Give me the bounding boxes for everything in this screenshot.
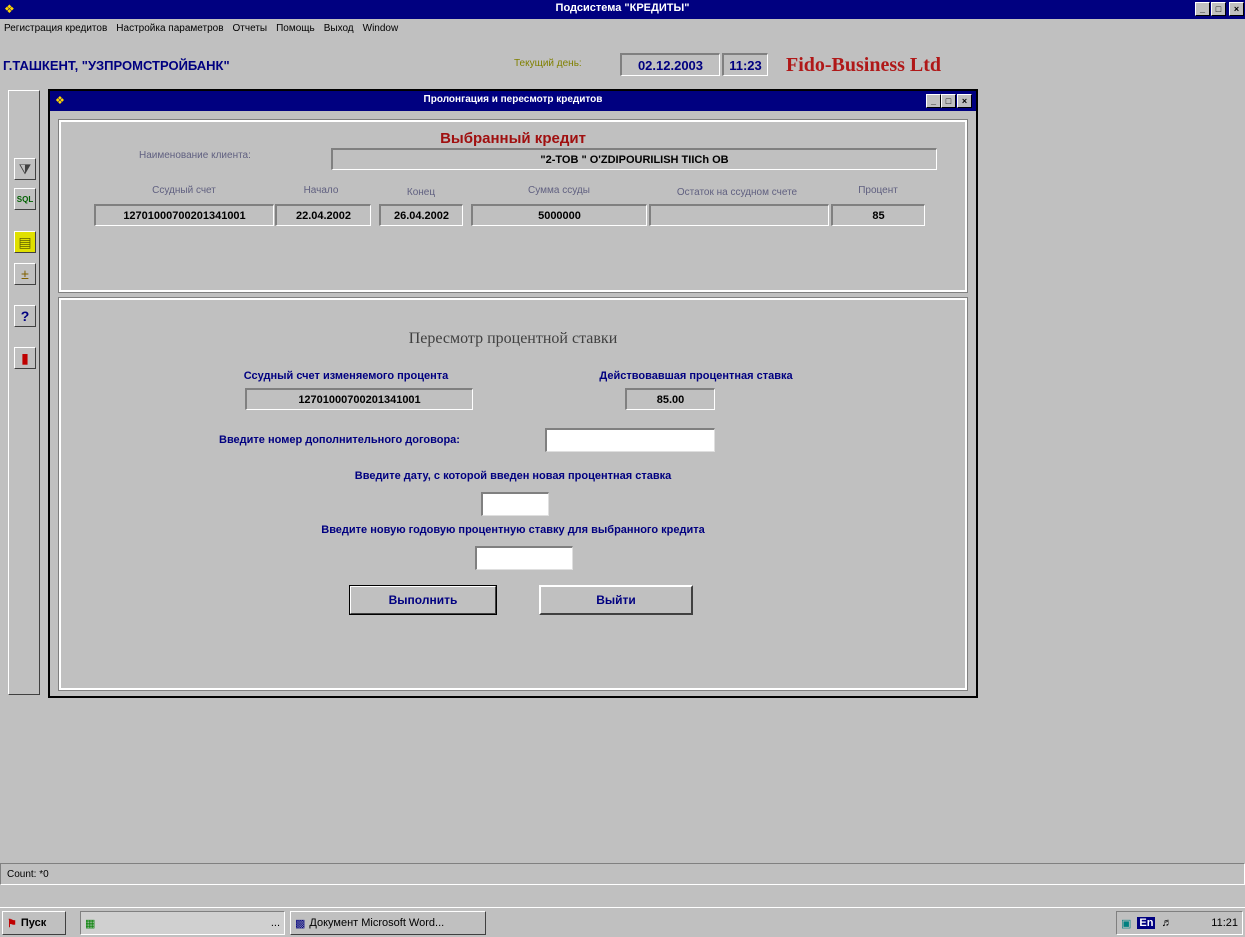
bank-name: Г.ТАШКЕНТ, "УЗПРОМСТРОЙБАНК" [3,58,230,73]
rate-revision-heading: Пересмотр процентной ставки [408,330,618,347]
new-rate-input[interactable] [475,546,573,570]
col-end-header: Конец [406,187,436,198]
menu-registration[interactable]: Регистрация кредитов [4,23,107,34]
selected-credit-heading: Выбранный кредит [440,130,586,147]
filter-icon[interactable]: ⧩ [14,158,36,180]
col-balance-header: Остаток на ссудном счете [676,187,798,198]
contract-number-input[interactable] [545,428,715,452]
child-minimize-button[interactable]: _ [926,94,941,108]
credits-app-icon: ▦ [85,917,96,930]
selected-credit-panel: Выбранный кредит Наименование клиента: "… [58,119,968,293]
rate-revision-panel: Пересмотр процентной ставки Ссудный счет… [58,297,968,691]
menu-reports[interactable]: Отчеты [233,23,268,34]
minimize-button[interactable]: _ [1195,2,1210,16]
system-tray: ▣ En ♬ 11:21 [1116,911,1243,935]
menu-bar: Регистрация кредитов Настройка параметро… [0,19,1245,37]
windows-logo-icon: ⚑ [7,917,17,930]
app-title: Подсистема "КРЕДИТЫ" [555,2,690,14]
note-icon[interactable]: ▤ [14,231,36,253]
sql-icon[interactable]: SQL [14,188,36,210]
app-title-bar: ❖ Подсистема "КРЕДИТЫ" _ □ × [0,0,1245,19]
execute-button[interactable]: Выполнить [349,585,497,615]
menu-settings[interactable]: Настройка параметров [116,23,223,34]
language-indicator[interactable]: En [1137,917,1156,929]
prolongation-window: ❖ Пролонгация и пересмотр кредитов _ □ ×… [48,89,978,698]
col-account-header: Ссудный счет [152,185,216,196]
account-label: Ссудный счет изменяемого процента [243,370,449,382]
contract-label: Введите номер дополнительного договора: [219,434,460,446]
col-amount-header: Сумма ссуды [528,185,590,196]
word-doc-icon: ▩ [295,917,306,930]
current-rate-field: 85.00 [625,388,715,410]
current-rate-label: Действовавшая процентная ставка [599,370,793,382]
child-title-bar: ❖ Пролонгация и пересмотр кредитов _ □ × [50,91,976,111]
col-start-header: Начало [303,185,339,196]
volume-icon[interactable]: ♬ [1161,917,1172,929]
exit-button[interactable]: Выйти [539,585,693,615]
taskbar: ⚑ Пуск ▦ ... ▩ Документ Microsoft Word..… [0,907,1245,937]
brand-logo-text: Fido-Business Ltd [786,54,942,76]
menu-exit[interactable]: Выход [324,23,354,34]
menu-help[interactable]: Помощь [276,23,315,34]
new-rate-label: Введите новую годовую процентную ставку … [321,524,705,536]
current-time-field: 11:23 [722,53,768,76]
taskbar-app-credits-label: ... [270,917,280,929]
status-bar: Count: *0 [0,863,1245,885]
effective-date-input[interactable] [481,492,549,516]
child-maximize-button[interactable]: □ [941,94,956,108]
start-label: Пуск [20,917,47,929]
taskbar-app-credits[interactable]: ▦ ... [80,911,285,935]
close-button[interactable]: × [1229,2,1244,16]
percent-value: 85 [831,204,925,226]
end-date-value: 26.04.2002 [379,204,463,226]
current-day-label: Текущий день: [514,58,582,69]
start-date-value: 22.04.2002 [275,204,371,226]
calculator-icon[interactable]: ± [14,263,36,285]
tray-app-icon[interactable]: ▣ [1121,917,1131,930]
start-button[interactable]: ⚑ Пуск [2,911,66,935]
account-value: 12701000700201341001 [94,204,274,226]
exit-icon[interactable]: ▮ [14,347,36,369]
date-label: Введите дату, с которой введен новая про… [354,470,672,482]
account-field: 12701000700201341001 [245,388,473,410]
balance-value [649,204,829,226]
child-close-button[interactable]: × [957,94,972,108]
taskbar-app-word-label: Документ Microsoft Word... [309,917,445,929]
left-toolbar: ⧩ SQL ▤ ± ? ▮ [8,90,40,695]
clock: 11:21 [1211,917,1238,929]
taskbar-app-word[interactable]: ▩ Документ Microsoft Word... [290,911,486,935]
client-name-label: Наименование клиента: [139,150,251,161]
child-title: Пролонгация и пересмотр кредитов [423,94,603,105]
help-icon[interactable]: ? [14,305,36,327]
col-percent-header: Процент [858,185,898,196]
client-name-field: "2-TOB " O'ZDIPOURILISH TIICh OB [331,148,937,170]
current-date-field: 02.12.2003 [620,53,720,76]
status-text: Count: *0 [7,868,49,880]
menu-window[interactable]: Window [363,23,399,34]
maximize-button[interactable]: □ [1211,2,1226,16]
amount-value: 5000000 [471,204,647,226]
